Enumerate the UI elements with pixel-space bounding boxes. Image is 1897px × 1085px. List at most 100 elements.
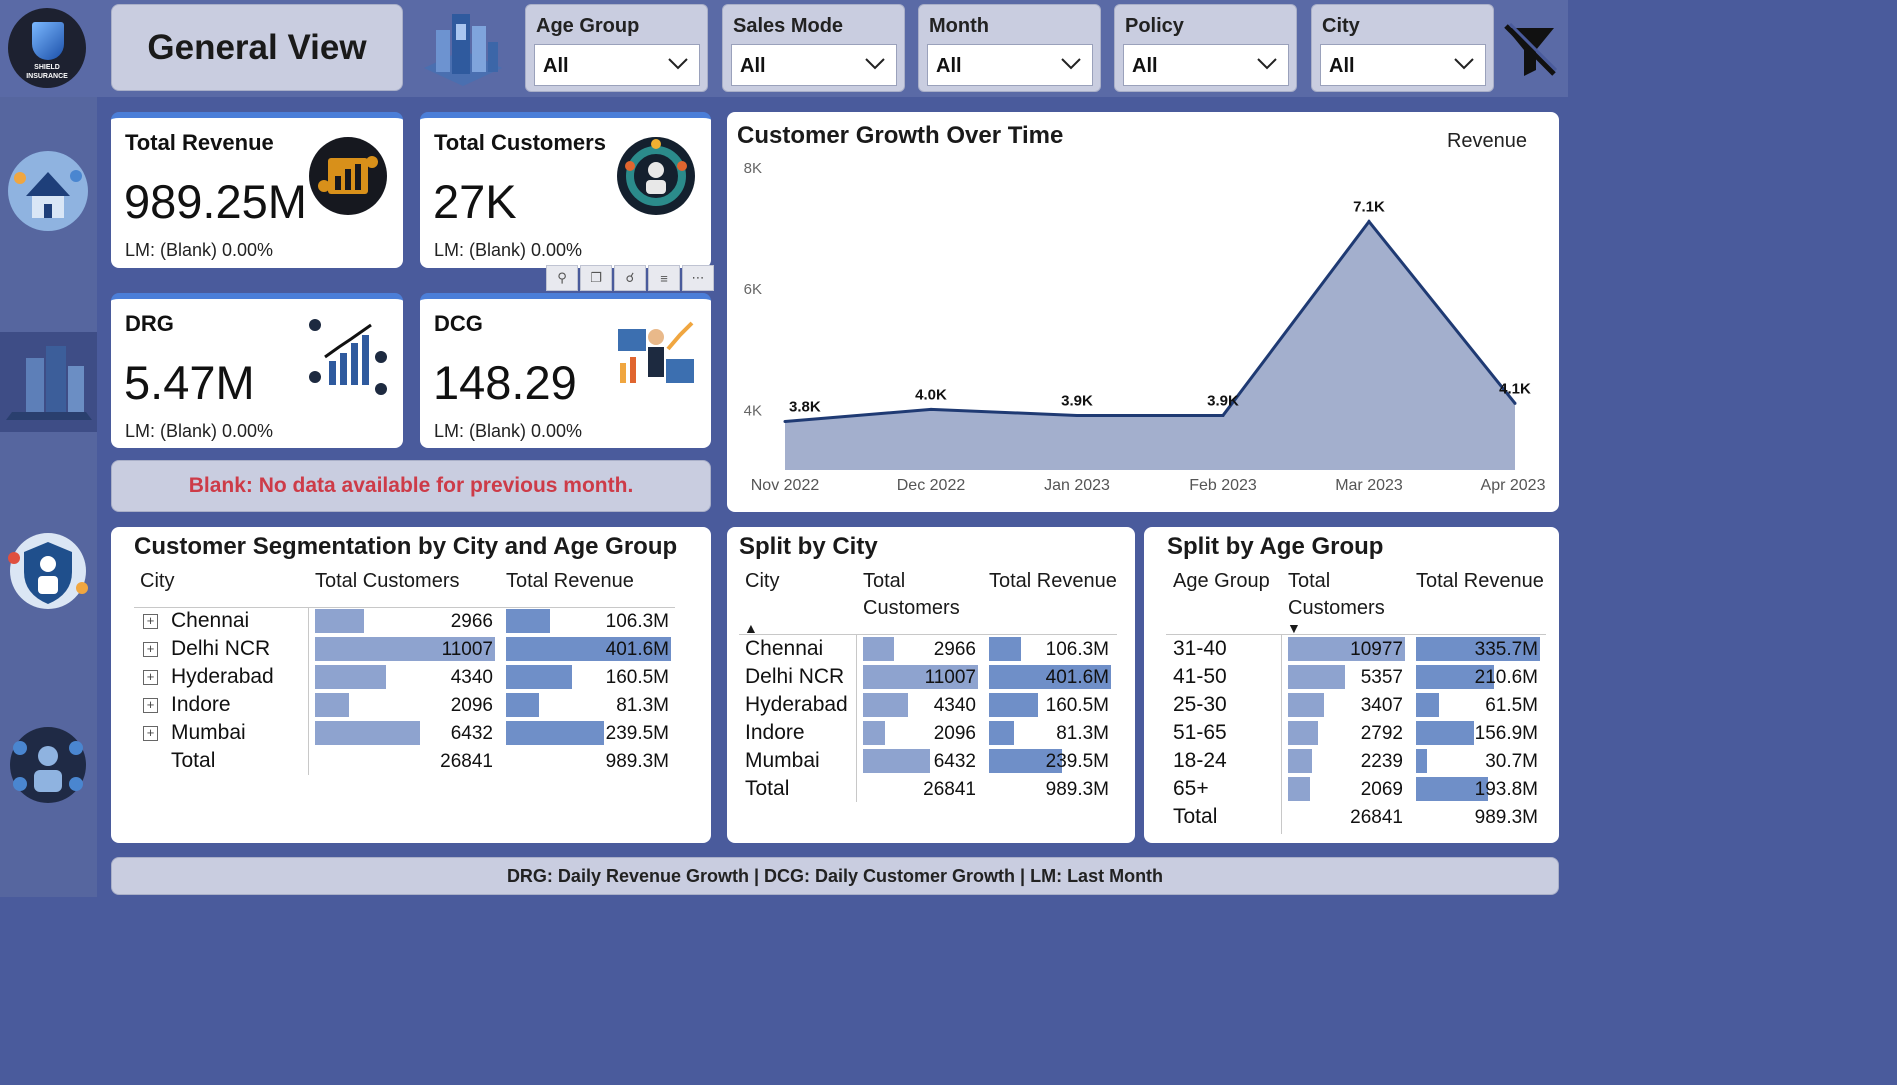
row-label: Mumbai <box>745 749 820 772</box>
slicer-label: City <box>1322 15 1360 37</box>
slicer-label: Policy <box>1125 15 1184 37</box>
row-label: 31-40 <box>1173 637 1227 660</box>
row-label: 51-65 <box>1173 721 1227 744</box>
split-by-city-table[interactable]: Split by City City Total Customers Total R… <box>727 527 1135 843</box>
logo-text-line1: SHIELD <box>34 64 60 71</box>
city-table: City Total Customers Total Revenue ▲ Chennai… <box>727 527 1135 843</box>
kpi-title: DCG <box>434 311 483 336</box>
customers-value: 4340 <box>933 695 976 716</box>
kpi-last-month: LM: (Blank) 0.00% <box>125 240 274 260</box>
revenue-value: 989.3M <box>1474 807 1538 828</box>
column-header: City <box>745 570 780 592</box>
kpi-total-revenue[interactable]: Total Revenue 989.25M LM: (Blank) 0.00% <box>111 112 403 268</box>
revenue-value: 239.5M <box>1045 751 1109 772</box>
blank-data-note: Blank: No data available for previous mo… <box>111 460 711 512</box>
revenue-value: 160.5M <box>605 667 669 688</box>
city-dropdown[interactable]: All <box>1320 44 1486 86</box>
row-label: Hyderabad <box>745 693 848 716</box>
customers-value: 6432 <box>450 723 493 744</box>
slicer-policy: Policy All <box>1114 4 1297 92</box>
expand-icon[interactable]: + <box>143 614 158 629</box>
policy-dropdown[interactable]: All <box>1123 44 1289 86</box>
column-header: City <box>140 570 175 592</box>
clear-filters-icon[interactable] <box>1502 22 1558 78</box>
customers-value: 11007 <box>924 667 976 688</box>
column-header: Total Customers <box>315 570 460 592</box>
customers-value: 11007 <box>441 639 493 660</box>
customers-value: 2966 <box>450 611 493 632</box>
nav-general-view-icon[interactable] <box>6 338 92 424</box>
total-label: Total <box>1173 805 1218 828</box>
column-divider <box>308 607 309 775</box>
kpi-last-month: LM: (Blank) 0.00% <box>125 421 274 441</box>
header-divider <box>134 607 675 608</box>
row-label: Hyderabad <box>171 665 274 688</box>
header-divider <box>739 634 1117 635</box>
footer-legend: DRG: Daily Revenue Growth | DCG: Daily C… <box>111 857 1559 895</box>
row-label: Chennai <box>745 637 824 660</box>
expand-icon[interactable]: + <box>143 642 158 657</box>
businessman-analytics-icon <box>618 321 694 383</box>
revenue-value: 81.3M <box>1056 723 1109 744</box>
nav-customer-icon[interactable] <box>4 528 92 614</box>
segmentation-table: City Total Customers Total Revenue + Chennai… <box>111 527 711 843</box>
row-label: Delhi NCR <box>171 637 271 660</box>
row-label: 65+ <box>1173 777 1209 800</box>
revenue-value: 156.9M <box>1474 723 1538 744</box>
month-dropdown[interactable]: All <box>927 44 1093 86</box>
x-tick-label: Nov 2022 <box>751 477 820 494</box>
revenue-value: 61.5M <box>1485 695 1538 716</box>
data-label: 4.1K <box>1499 380 1531 397</box>
expand-icon[interactable]: + <box>143 670 158 685</box>
customers-value: 2069 <box>1360 779 1403 800</box>
customers-value: 2239 <box>1360 751 1403 772</box>
logo-text-line2: INSURANCE <box>26 73 68 80</box>
customers-value: 2792 <box>1360 723 1403 744</box>
y-tick-label: 6K <box>744 281 762 298</box>
revenue-value: 81.3M <box>616 695 669 716</box>
copy-icon[interactable]: ❐ <box>580 265 612 291</box>
kpi-drg[interactable]: DRG 5.47M LM: (Blank) 0.00% <box>111 293 403 448</box>
column-header: Age Group <box>1173 570 1270 592</box>
nav-home-insurance-icon[interactable] <box>4 148 92 234</box>
more-icon[interactable]: ⋯ <box>682 265 714 291</box>
age-table: Age Group Total Customers Total Revenue ▼ 31… <box>1144 527 1559 843</box>
age-group-dropdown[interactable]: All <box>534 44 700 86</box>
kpi-title: Total Revenue <box>125 130 274 155</box>
customers-value: 26841 <box>440 751 493 772</box>
sales-mode-dropdown[interactable]: All <box>731 44 897 86</box>
nav-policy-icon[interactable] <box>4 722 92 808</box>
data-label: 3.8K <box>789 399 821 416</box>
kpi-dcg[interactable]: DCG 148.29 LM: (Blank) 0.00% <box>420 293 711 448</box>
area-fill <box>785 221 1515 470</box>
kpi-title: Total Customers <box>434 130 606 155</box>
bell-icon[interactable]: ☌ <box>614 265 646 291</box>
split-by-age-table[interactable]: Split by Age Group Age Group Total Custom… <box>1144 527 1559 843</box>
row-label: 41-50 <box>1173 665 1227 688</box>
row-label: Delhi NCR <box>745 665 845 688</box>
shield-insurance-logo: SHIELD INSURANCE <box>8 8 86 88</box>
column-header: Total Customers <box>1288 570 1385 619</box>
expand-icon[interactable]: + <box>143 698 158 713</box>
kpi-total-customers[interactable]: Total Customers 27K LM: (Blank) 0.00% <box>420 112 711 268</box>
filter-icon[interactable]: ≡ <box>648 265 680 291</box>
dropdown-value: All <box>1329 55 1355 77</box>
data-point <box>1513 401 1517 405</box>
column-header: Total Customers <box>863 570 960 619</box>
customer-growth-chart[interactable]: Customer Growth Over Time Revenue 4K 6K 8K… <box>727 112 1559 512</box>
segmentation-matrix[interactable]: Customer Segmentation by City and Age Gr… <box>111 527 711 843</box>
expand-icon[interactable]: + <box>143 726 158 741</box>
x-tick-label: Apr 2023 <box>1481 477 1546 494</box>
revenue-value: 193.8M <box>1474 779 1538 800</box>
kpi-value: 27K <box>433 175 517 228</box>
row-label: Mumbai <box>171 721 246 744</box>
pin-icon[interactable]: ⚲ <box>546 265 578 291</box>
total-label: Total <box>171 749 216 772</box>
revenue-value: 160.5M <box>1045 695 1109 716</box>
slicer-label: Sales Mode <box>733 15 844 37</box>
header-divider <box>1166 634 1546 635</box>
area-chart-svg: 4K 6K 8K 3.8K Nov 2022 4.0K Dec 2022 3.9K Jan 20… <box>744 160 1546 494</box>
customers-value: 2096 <box>450 695 493 716</box>
growth-icons-icon <box>307 317 389 397</box>
column-header: Total Revenue <box>989 570 1117 592</box>
